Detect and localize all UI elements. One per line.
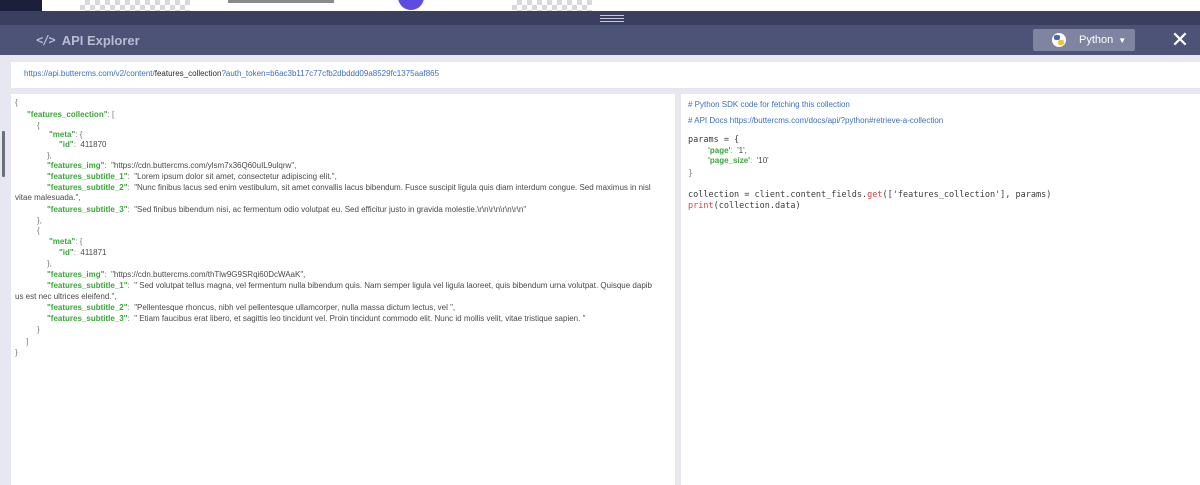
language-select[interactable]: Python ▼ — [1033, 29, 1135, 51]
url-base: https://api.buttercms.com/v2/content/ — [24, 69, 155, 78]
code-key: 'page' — [708, 146, 731, 155]
json-value: " Etiam faucibus erat libero, et sagitti… — [134, 314, 586, 323]
json-key: "meta" — [49, 237, 76, 246]
json-key: "features_subtitle_1" — [47, 172, 128, 181]
json-bracket: ] — [26, 337, 29, 346]
json-value: "Lorem ipsum dolor sit amet, consectetur… — [134, 172, 337, 181]
code-text: collection = client.content_fields. — [688, 190, 868, 200]
page-edge — [0, 0, 42, 11]
json-value-continued: vitae malesuada.", — [15, 193, 81, 202]
url-collection: features_collection — [154, 69, 222, 78]
json-brace: } — [37, 325, 40, 334]
sdk-code-pane[interactable]: # Python SDK code for fetching this coll… — [681, 94, 1200, 485]
json-line: "features_subtitle_1": "Lorem ipsum dolo… — [47, 172, 337, 181]
json-line: "id": 411870 — [59, 140, 107, 149]
json-key: "features_subtitle_3" — [47, 205, 128, 214]
code-text: (collection.data) — [713, 201, 801, 211]
json-key: "features_collection" — [27, 110, 108, 119]
json-line: "features_collection": [ — [27, 110, 115, 119]
code-close-brace: } — [688, 169, 694, 179]
request-url[interactable]: https://api.buttercms.com/v2/content/fea… — [11, 62, 1200, 88]
url-query: ?auth_token=b6ac3b117c77cfb2dbddd09a8529… — [221, 69, 440, 78]
api-explorer-title: </> API Explorer — [36, 31, 140, 49]
json-key: "features_subtitle_2" — [47, 183, 128, 192]
json-line: "meta": { — [49, 130, 83, 139]
json-brace: }, — [47, 259, 52, 268]
page-pill — [228, 0, 334, 3]
json-brace: { — [15, 98, 18, 107]
json-key: "features_subtitle_3" — [47, 314, 128, 323]
code-comment: # Python SDK code for fetching this coll… — [688, 100, 850, 109]
code-function: print — [688, 201, 714, 211]
json-value-continued: us est nec ultrices eleifend.", — [15, 292, 117, 301]
code-function: get — [867, 190, 883, 200]
json-value: " Sed volutpat tellus magna, vel ferment… — [134, 281, 652, 290]
json-value: 411871 — [80, 248, 107, 257]
json-key: "features_img" — [47, 270, 105, 279]
language-label: Python — [1079, 34, 1114, 46]
api-explorer-header: </> API Explorer Python ▼ ✕ — [0, 25, 1200, 55]
json-line: "features_subtitle_3": "Sed finibus bibe… — [47, 205, 527, 214]
page-graphic — [398, 0, 424, 10]
code-key: 'page_size' — [708, 156, 751, 165]
code-value: '10' — [756, 156, 769, 165]
json-brace: }, — [37, 216, 42, 225]
json-value: "Pellentesque rhoncus, nibh vel pellente… — [134, 303, 456, 312]
side-resize-handle[interactable] — [2, 131, 5, 177]
json-line: "features_subtitle_2": "Pellentesque rho… — [47, 303, 456, 312]
json-key: "features_img" — [47, 161, 105, 170]
code-comment: # API Docs https://buttercms.com/docs/ap… — [688, 116, 944, 125]
code-line-collection: collection = client.content_fields.get([… — [688, 190, 1051, 200]
json-key: "meta" — [49, 130, 76, 139]
json-key: "features_subtitle_1" — [47, 281, 128, 290]
json-line: "id": 411871 — [59, 248, 107, 257]
json-value: "Nunc finibus lacus sed enim vestibulum,… — [134, 183, 651, 192]
transparent-image-placeholder — [80, 0, 190, 11]
json-line: "features_subtitle_3": " Etiam faucibus … — [47, 314, 586, 323]
json-line: "features_subtitle_2": "Nunc finibus lac… — [47, 183, 651, 192]
code-line-page-size: 'page_size': '10' — [708, 156, 769, 165]
json-line: "meta": { — [49, 237, 83, 246]
json-response-pane[interactable]: { "features_collection": [ { "meta": { "… — [11, 94, 675, 485]
json-key: "features_subtitle_2" — [47, 303, 128, 312]
json-value: "Sed finibus bibendum nisi, ac fermentum… — [134, 205, 527, 214]
chevron-down-icon: ▼ — [1118, 35, 1127, 45]
code-text: params = { — [688, 135, 740, 145]
close-icon: ✕ — [1170, 27, 1190, 52]
json-line: "features_img": "https://cdn.buttercms.c… — [47, 270, 306, 279]
json-line: "features_img": "https://cdn.buttercms.c… — [47, 161, 297, 170]
json-value: "https://cdn.buttercms.com/ylsm7x36Q60uI… — [111, 161, 297, 170]
code-line-print: print(collection.data) — [688, 201, 801, 211]
drag-handle-icon[interactable] — [600, 15, 624, 24]
python-icon — [1052, 33, 1066, 47]
json-key: "id" — [59, 248, 74, 257]
transparent-image-placeholder — [512, 0, 592, 11]
json-brace: { — [37, 226, 40, 235]
json-value: 411870 — [80, 140, 107, 149]
code-value: '1', — [737, 146, 747, 155]
json-value: "https://cdn.buttercms.com/thTlw9G9SRqi6… — [111, 270, 306, 279]
code-line-params: params = { — [688, 135, 739, 145]
json-brace: } — [15, 348, 18, 357]
json-key: "id" — [59, 140, 74, 149]
json-line: "features_subtitle_1": " Sed volutpat te… — [47, 281, 652, 290]
json-brace: }, — [47, 151, 52, 160]
json-brace: { — [37, 121, 40, 130]
title-label: API Explorer — [61, 32, 140, 48]
code-text: (['features_collection'], params) — [882, 190, 1052, 200]
underlying-page-strip — [0, 0, 1200, 11]
code-line-page: 'page': '1', — [708, 146, 747, 155]
close-button[interactable]: ✕ — [1168, 28, 1192, 52]
code-icon: </> — [36, 33, 56, 47]
